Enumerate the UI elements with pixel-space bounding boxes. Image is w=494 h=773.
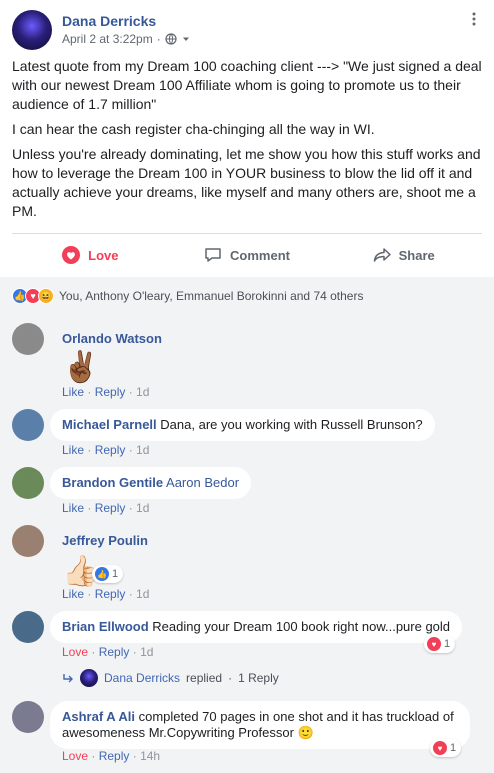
comment-item: Brian Ellwood Reading your Dream 100 boo… xyxy=(12,611,482,691)
comment-button[interactable]: Comment xyxy=(169,234,326,276)
reactions-summary[interactable]: 👍 ♥ 😆 You, Anthony O'leary, Emmanuel Bor… xyxy=(12,288,363,304)
commenter-name[interactable]: Brian Ellwood xyxy=(62,619,149,634)
share-button[interactable]: Share xyxy=(325,234,482,276)
like-link[interactable]: Like xyxy=(62,443,84,457)
comment-actions: Like · Reply · 1d xyxy=(62,443,150,457)
comment-reaction-count[interactable]: ♥ 1 xyxy=(430,739,462,757)
comment-time: 1d xyxy=(136,385,150,399)
reply-link[interactable]: Reply xyxy=(95,501,126,515)
comment-label: Comment xyxy=(230,247,290,263)
comment-actions: Like · Reply · 1d xyxy=(62,587,150,601)
love-icon xyxy=(62,246,81,264)
reaction-count: 1 xyxy=(444,638,451,650)
reply-link[interactable]: Reply xyxy=(95,385,126,399)
tagged-user-link[interactable]: Aaron Bedor xyxy=(166,475,239,490)
avatar xyxy=(80,669,98,687)
reply-link[interactable]: Reply xyxy=(99,749,130,763)
love-link[interactable]: Love xyxy=(62,749,88,763)
comment-time: 1d xyxy=(136,443,150,457)
haha-reaction-icon: 😆 xyxy=(38,288,54,304)
comment-item: Orlando Watson ✌🏾 Like · Reply · 1d xyxy=(12,323,482,403)
reply-link[interactable]: Reply xyxy=(95,443,126,457)
comment-actions: Like · Reply · 1d xyxy=(62,385,150,399)
author-avatar[interactable] xyxy=(12,10,52,50)
love-reaction-icon: ♥ xyxy=(427,637,441,651)
comment-text: Reading your Dream 100 book right now...… xyxy=(152,619,451,634)
chevron-down-icon[interactable] xyxy=(181,34,191,44)
comment-actions: Like · Reply · 1d xyxy=(62,501,150,515)
commenter-name[interactable]: Ashraf A Ali xyxy=(62,709,135,724)
reply-link[interactable]: Reply xyxy=(95,587,126,601)
comment-item: Michael Parnell Dana, are you working wi… xyxy=(12,409,482,459)
comment-time: 14h xyxy=(140,749,161,763)
replier-name[interactable]: Dana Derricks xyxy=(104,671,180,685)
comment-reaction-count[interactable]: ♥ 1 xyxy=(424,635,456,653)
avatar[interactable] xyxy=(12,467,44,499)
share-label: Share xyxy=(398,247,435,263)
comment-time: 1d xyxy=(136,501,150,515)
author-name[interactable]: Dana Derricks xyxy=(62,13,156,29)
reply-arrow-icon xyxy=(63,674,73,683)
like-link[interactable]: Like xyxy=(62,587,84,601)
meta-separator: · xyxy=(156,32,161,46)
reply-link[interactable]: Reply xyxy=(99,645,130,659)
commenter-name[interactable]: Brandon Gentile xyxy=(62,475,163,490)
comment-bubble: Ashraf A Ali completed 70 pages in one s… xyxy=(50,701,470,749)
comments-area: 👍 ♥ 😆 You, Anthony O'leary, Emmanuel Bor… xyxy=(0,277,494,773)
commenter-name[interactable]: Michael Parnell xyxy=(62,417,157,432)
reaction-count: 1 xyxy=(450,742,457,754)
share-icon xyxy=(373,248,391,262)
view-replies-link[interactable]: Dana Derricks replied · 1 Reply xyxy=(62,669,279,687)
comment-actions: Love · Reply · 1d xyxy=(62,645,154,659)
comment-time: 1d xyxy=(136,587,150,601)
like-reaction-icon: 👍 xyxy=(95,567,109,581)
comment-bubble: Jeffrey Poulin xyxy=(50,525,160,557)
comment-bubble: Brian Ellwood Reading your Dream 100 boo… xyxy=(50,611,463,643)
reaction-count: 1 xyxy=(112,568,119,580)
action-bar: Love Comment Share xyxy=(12,234,482,276)
comment-time: 1d xyxy=(140,645,154,659)
commenter-name[interactable]: Orlando Watson xyxy=(62,331,162,346)
comment-item: Brandon Gentile Aaron Bedor Like · Reply… xyxy=(12,467,482,517)
comment-bubble: Michael Parnell Dana, are you working wi… xyxy=(50,409,435,441)
avatar[interactable] xyxy=(12,611,44,643)
post-timestamp[interactable]: April 2 at 3:22pm xyxy=(62,32,153,46)
post-paragraph: Latest quote from my Dream 100 coaching … xyxy=(12,58,482,112)
comment-text: Dana, are you working with Russell Bruns… xyxy=(160,417,423,432)
globe-icon[interactable] xyxy=(165,33,177,45)
post-paragraph: I can hear the cash register cha-chingin… xyxy=(12,121,375,137)
avatar[interactable] xyxy=(12,409,44,441)
like-link[interactable]: Like xyxy=(62,501,84,515)
replied-label: replied xyxy=(186,671,223,685)
comment-bubble: Brandon Gentile Aaron Bedor xyxy=(50,467,252,499)
hand-sticker-icon: ✌🏾 xyxy=(62,351,100,384)
reactions-text[interactable]: You, Anthony O'leary, Emmanuel Borokinni… xyxy=(59,289,363,303)
avatar[interactable] xyxy=(12,323,44,355)
love-button[interactable]: Love xyxy=(12,234,169,276)
love-label: Love xyxy=(88,247,119,263)
love-link[interactable]: Love xyxy=(62,645,88,659)
post-header: Dana Derricks April 2 at 3:22pm · xyxy=(12,10,482,50)
post-paragraph: Unless you're already dominating, let me… xyxy=(12,146,481,219)
replies-count[interactable]: 1 Reply xyxy=(238,671,279,685)
avatar[interactable] xyxy=(12,525,44,557)
more-options-icon[interactable] xyxy=(466,12,482,28)
comment-item: Jeffrey Poulin 👍🏻 👍 1 Like · Reply · 1d xyxy=(12,525,482,605)
comment-actions: Love · Reply · 14h xyxy=(62,749,161,763)
post-body: Latest quote from my Dream 100 coaching … xyxy=(12,57,482,227)
commenter-name[interactable]: Jeffrey Poulin xyxy=(62,533,148,548)
comment-reaction-count[interactable]: 👍 1 xyxy=(92,565,124,583)
comment-item: Ashraf A Ali completed 70 pages in one s… xyxy=(12,701,482,773)
post-meta: April 2 at 3:22pm · xyxy=(62,32,191,46)
love-reaction-icon: ♥ xyxy=(433,741,447,755)
avatar[interactable] xyxy=(12,701,44,733)
comment-icon xyxy=(205,248,221,262)
like-link[interactable]: Like xyxy=(62,385,84,399)
replies-separator: · xyxy=(228,671,233,685)
